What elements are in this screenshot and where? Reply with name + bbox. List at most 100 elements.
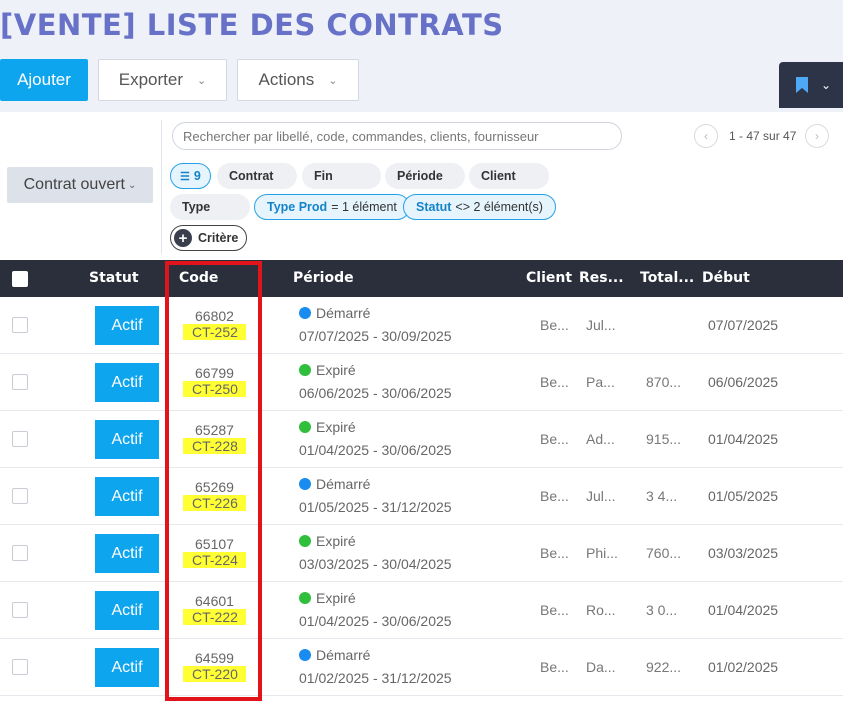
table-row[interactable]: Actif 66802 CT-252 Démarré 07/07/2025 - 30/0… xyxy=(0,297,843,354)
chevron-down-icon: ⌄ xyxy=(128,179,137,191)
next-page-button[interactable]: › xyxy=(805,124,829,148)
preset-filter-select[interactable]: Contrat ouvert ⌄ xyxy=(7,167,153,203)
client-cell: Be... xyxy=(540,431,569,447)
add-criteria-label: Critère xyxy=(198,231,239,245)
contract-reference: CT-252 xyxy=(183,324,246,340)
total-cell: 915... xyxy=(646,431,682,447)
select-all-checkbox[interactable] xyxy=(12,271,28,287)
chevron-down-icon: ⌄ xyxy=(328,74,338,87)
period-state: Démarré xyxy=(299,305,370,321)
contract-code: 65107 xyxy=(195,536,234,552)
client-cell: Be... xyxy=(540,545,569,561)
responsable-cell: Jul... xyxy=(586,317,616,333)
period-state: Expiré xyxy=(299,362,356,378)
contract-reference: CT-220 xyxy=(183,666,246,682)
actions-button[interactable]: Actions ⌄ xyxy=(237,59,359,101)
period-state-label: Démarré xyxy=(316,305,371,321)
add-criteria-button[interactable]: + Critère xyxy=(170,225,248,251)
status-dot-icon xyxy=(299,592,311,604)
client-cell: Be... xyxy=(540,317,569,333)
chip-contrat[interactable]: Contrat xyxy=(217,163,297,189)
table-row[interactable]: Actif 66799 CT-250 Expiré 06/06/2025 - 30/06… xyxy=(0,354,843,411)
total-cell: 760... xyxy=(646,545,682,561)
chevron-down-icon: ⌄ xyxy=(821,78,832,92)
total-cell: 3 0... xyxy=(646,602,678,618)
table-row[interactable]: Actif 65287 CT-228 Expiré 01/04/2025 - 30/06… xyxy=(0,411,843,468)
responsable-cell: Pa... xyxy=(586,374,615,390)
row-checkbox[interactable] xyxy=(12,374,28,390)
contract-code: 66802 xyxy=(195,308,234,324)
chevron-left-icon: ‹ xyxy=(704,129,708,143)
add-button[interactable]: Ajouter xyxy=(0,59,88,101)
responsable-cell: Phi... xyxy=(586,545,618,561)
period-state-label: Démarré xyxy=(316,647,371,663)
total-cell: 922... xyxy=(646,659,682,675)
header-debut[interactable]: Début xyxy=(702,270,750,286)
contract-code: 65287 xyxy=(195,422,234,438)
period-state: Expiré xyxy=(299,419,356,435)
status-badge[interactable]: Actif xyxy=(95,648,159,687)
header-responsable[interactable]: Res... xyxy=(579,270,624,286)
chip-condition: <> 2 élément(s) xyxy=(455,200,543,214)
row-checkbox[interactable] xyxy=(12,431,28,447)
filter-count: 9 xyxy=(193,169,201,183)
contract-reference: CT-222 xyxy=(183,609,246,625)
chevron-down-icon: ⌄ xyxy=(197,74,207,87)
chip-fin[interactable]: Fin xyxy=(302,163,381,189)
status-badge[interactable]: Actif xyxy=(95,591,159,630)
responsable-cell: Jul... xyxy=(586,488,616,504)
row-checkbox[interactable] xyxy=(12,602,28,618)
export-button[interactable]: Exporter ⌄ xyxy=(98,59,227,101)
period-state-label: Expiré xyxy=(316,362,356,378)
chip-periode[interactable]: Période xyxy=(385,163,465,189)
actions-label: Actions xyxy=(258,70,315,89)
status-badge[interactable]: Actif xyxy=(95,420,159,459)
chip-statut[interactable]: Statut <> 2 élément(s) xyxy=(403,194,556,220)
preset-filter-label: Contrat ouvert xyxy=(23,176,125,193)
header-statut[interactable]: Statut xyxy=(89,270,139,286)
start-date-cell: 01/04/2025 xyxy=(708,602,779,618)
start-date-cell: 01/04/2025 xyxy=(708,431,779,447)
chip-client[interactable]: Client xyxy=(469,163,549,189)
header-periode[interactable]: Période xyxy=(293,270,354,286)
search-input[interactable]: Rechercher par libellé, code, commandes,… xyxy=(172,122,622,150)
period-range: 03/03/2025 - 30/04/2025 xyxy=(299,556,452,572)
period-state: Expiré xyxy=(299,533,356,549)
period-range: 01/04/2025 - 30/06/2025 xyxy=(299,442,452,458)
table-row[interactable]: Actif 65107 CT-224 Expiré 03/03/2025 - 30/04… xyxy=(0,525,843,582)
period-state: Expiré xyxy=(299,590,356,606)
pagination-info: 1 - 47 sur 47 xyxy=(729,129,797,143)
status-badge[interactable]: Actif xyxy=(95,534,159,573)
period-range: 01/05/2025 - 31/12/2025 xyxy=(299,499,452,515)
filter-count-button[interactable]: ☰ 9 xyxy=(170,163,211,189)
responsable-cell: Ro... xyxy=(586,602,616,618)
header-total[interactable]: Total... xyxy=(640,270,694,286)
page-title: [VENTE] LISTE DES CONTRATS xyxy=(0,8,504,42)
status-dot-icon xyxy=(299,307,311,319)
status-badge[interactable]: Actif xyxy=(95,363,159,402)
bookmarks-menu-button[interactable]: ⌄ xyxy=(779,62,843,108)
chip-type-prod[interactable]: Type Prod = 1 élément xyxy=(254,194,410,220)
chip-type[interactable]: Type xyxy=(170,194,250,220)
row-checkbox[interactable] xyxy=(12,545,28,561)
row-checkbox[interactable] xyxy=(12,317,28,333)
contract-reference: CT-228 xyxy=(183,438,246,454)
row-checkbox[interactable] xyxy=(12,659,28,675)
table-row[interactable]: Actif 64601 CT-222 Expiré 01/04/2025 - 30/06… xyxy=(0,582,843,639)
table-row[interactable]: Actif 65269 CT-226 Démarré 01/05/2025 - 31/1… xyxy=(0,468,843,525)
period-range: 07/07/2025 - 30/09/2025 xyxy=(299,328,452,344)
status-dot-icon xyxy=(299,535,311,547)
row-checkbox[interactable] xyxy=(12,488,28,504)
responsable-cell: Da... xyxy=(586,659,616,675)
period-state-label: Expiré xyxy=(316,533,356,549)
table-header: Statut Code Période Client Res... Total.… xyxy=(0,260,843,297)
header-client[interactable]: Client xyxy=(526,270,572,286)
period-state-label: Expiré xyxy=(316,590,356,606)
status-dot-icon xyxy=(299,421,311,433)
client-cell: Be... xyxy=(540,659,569,675)
prev-page-button[interactable]: ‹ xyxy=(694,124,718,148)
header-code[interactable]: Code xyxy=(179,270,218,286)
table-row[interactable]: Actif 64599 CT-220 Démarré 01/02/2025 - 31/1… xyxy=(0,639,843,696)
status-badge[interactable]: Actif xyxy=(95,477,159,516)
status-badge[interactable]: Actif xyxy=(95,306,159,345)
